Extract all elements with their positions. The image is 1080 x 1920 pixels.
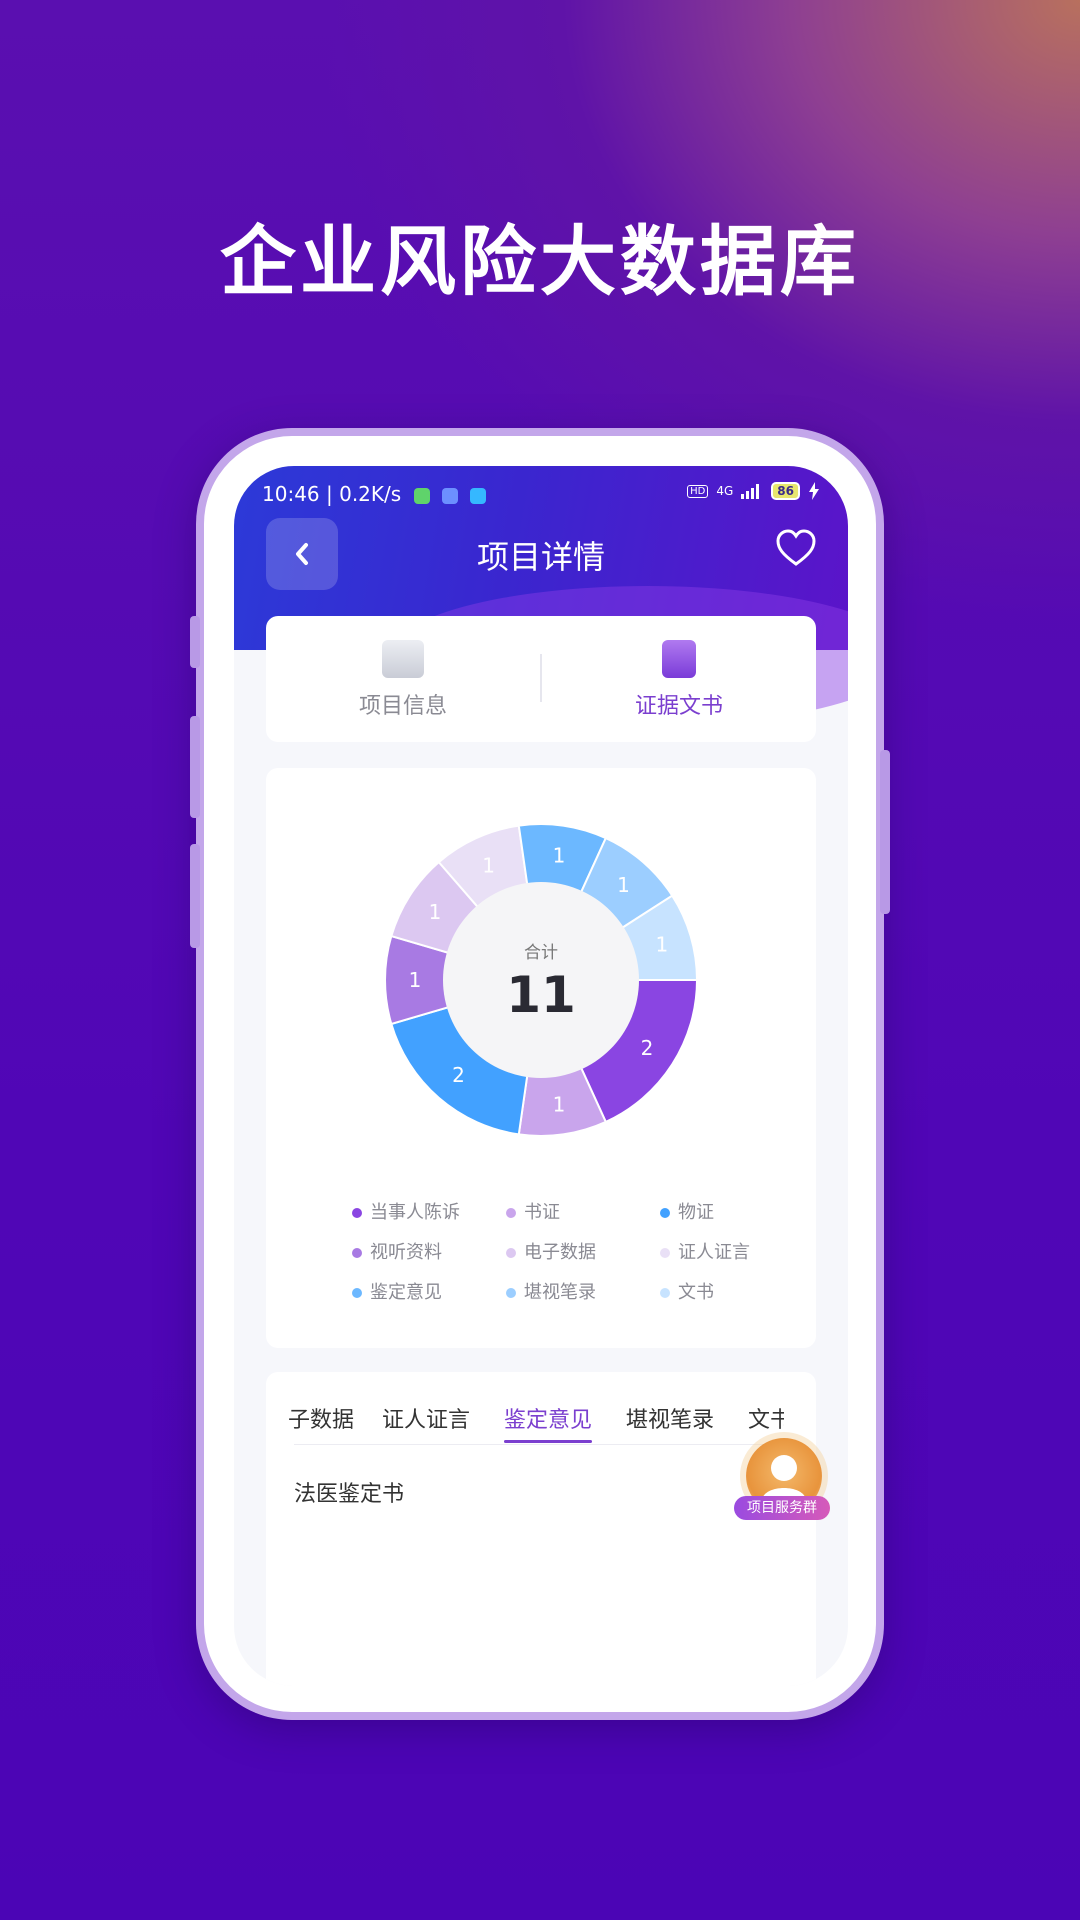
legend-swatch — [506, 1208, 516, 1218]
legend-item: 证人证言 — [660, 1238, 750, 1264]
page-title: 项目详情 — [476, 538, 605, 576]
type-tab[interactable]: 证人证言 — [382, 1402, 470, 1434]
legend-label: 文书 — [678, 1282, 714, 1303]
legend-swatch — [660, 1208, 670, 1218]
legend-label: 物证 — [678, 1202, 714, 1223]
tab-label: 项目信息 — [358, 694, 447, 719]
donut-chart: 212111 111 合计 11 — [384, 823, 699, 1137]
pie-slice-value-label: 1 — [429, 900, 442, 924]
phone-side-button — [880, 750, 890, 914]
legend-swatch — [352, 1288, 362, 1298]
legend-swatch — [352, 1248, 362, 1258]
legend-label: 当事人陈诉 — [370, 1202, 460, 1223]
active-tab-indicator — [504, 1440, 592, 1443]
legend-swatch — [660, 1248, 670, 1258]
legend-item: 堪视笔录 — [506, 1278, 596, 1304]
network-label: 4G — [716, 484, 734, 498]
status-bar: 10:46 | 0.2K/s — [262, 482, 487, 506]
type-tab[interactable]: 堪视笔录 — [626, 1402, 714, 1434]
evidence-chart-card: 212111111 合计 11 当事人陈诉 书证 物证 视听资料 电子数据 证人证言 鉴定意… — [266, 768, 816, 1348]
legend-item: 书证 — [506, 1198, 560, 1224]
signal-icon — [741, 484, 760, 499]
legend-swatch — [506, 1248, 516, 1258]
app-notification-icon — [470, 487, 487, 504]
legend-label: 书证 — [524, 1202, 560, 1223]
legend-item: 电子数据 — [506, 1238, 596, 1264]
document-item[interactable]: 法医鉴定书 — [294, 1476, 404, 1508]
document-list-card: 子数据 证人证言 鉴定意见 堪视笔录 文书 法医鉴定书 — [266, 1372, 816, 1686]
pie-slice-value-label: 1 — [553, 843, 566, 867]
service-group-label: 项目服务群 — [734, 1496, 830, 1520]
pie-slice-value-label: 1 — [482, 853, 495, 877]
status-icons: HD 4G 86 — [687, 482, 820, 500]
pie-slice-value-label: 2 — [452, 1063, 465, 1087]
service-group-button[interactable]: 项目服务群 — [734, 1434, 834, 1524]
phone-side-button — [190, 716, 200, 818]
legend-label: 视听资料 — [370, 1242, 442, 1263]
phone-side-button — [190, 844, 200, 948]
chart-center-label: 合计 — [524, 943, 558, 963]
legend-item: 当事人陈诉 — [352, 1198, 460, 1224]
folder-icon — [382, 640, 424, 678]
legend-swatch — [660, 1288, 670, 1298]
legend-item: 视听资料 — [352, 1238, 442, 1264]
pie-slice-value-label: 1 — [553, 1093, 566, 1117]
pie-slice-value-label: 1 — [617, 873, 630, 897]
type-tab[interactable]: 文书 — [748, 1402, 784, 1434]
app-notification-icon — [441, 487, 458, 504]
legend-item: 鉴定意见 — [352, 1278, 442, 1304]
document-icon — [662, 640, 696, 678]
app-notification-icon — [413, 487, 430, 504]
battery-indicator: 86 — [771, 482, 800, 500]
status-time-speed: 10:46 | 0.2K/s — [262, 482, 402, 506]
pie-slice-value-label: 1 — [656, 933, 669, 957]
heart-outline-icon[interactable] — [774, 526, 818, 570]
legend-swatch — [352, 1208, 362, 1218]
chart-total: 11 — [506, 966, 576, 1024]
type-tab-active[interactable]: 鉴定意见 — [504, 1402, 592, 1434]
page-headline: 企业风险大数据库 — [220, 217, 860, 306]
tab-evidence-documents[interactable]: 证据文书 — [542, 640, 816, 720]
legend-label: 堪视笔录 — [524, 1282, 596, 1303]
legend-label: 证人证言 — [678, 1242, 750, 1263]
evidence-type-tabs: 子数据 证人证言 鉴定意见 堪视笔录 文书 — [266, 1402, 784, 1442]
pie-slice-value-label: 1 — [409, 968, 422, 992]
tabs-divider — [294, 1444, 784, 1445]
pie-slice-value-label: 2 — [641, 1036, 654, 1060]
charging-icon — [809, 482, 819, 500]
legend-swatch — [506, 1288, 516, 1298]
hd-badge: HD — [687, 484, 709, 498]
legend-label: 鉴定意见 — [370, 1282, 442, 1303]
legend-item: 物证 — [660, 1198, 714, 1224]
legend-label: 电子数据 — [524, 1242, 596, 1263]
tab-project-info[interactable]: 项目信息 — [266, 640, 540, 720]
type-tab[interactable]: 子数据 — [288, 1402, 354, 1434]
legend-item: 文书 — [660, 1278, 714, 1304]
section-tabs: 项目信息 证据文书 — [266, 616, 816, 742]
tab-label: 证据文书 — [634, 694, 723, 719]
phone-side-button — [190, 616, 200, 668]
